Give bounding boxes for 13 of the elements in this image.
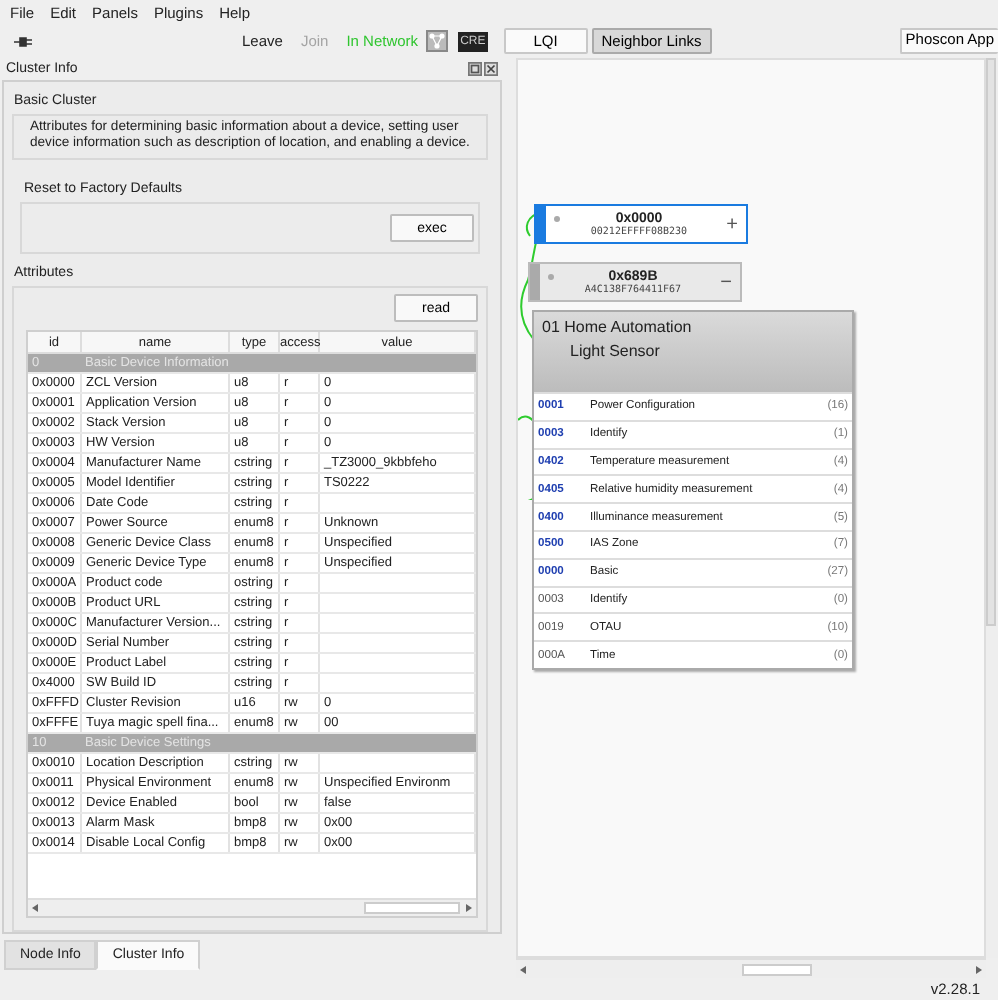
status-dot-icon — [548, 273, 554, 279]
scroll-left-icon[interactable] — [28, 900, 44, 916]
endpoint-title: 01 Home Automation — [542, 318, 694, 336]
horizontal-scrollbar[interactable] — [28, 898, 476, 916]
plug-icon[interactable] — [14, 35, 34, 47]
device-type: Light Sensor — [568, 342, 662, 360]
toggle-button[interactable]: − — [712, 271, 740, 293]
close-icon[interactable] — [484, 62, 498, 76]
scroll-right-icon[interactable] — [460, 900, 476, 916]
network-icon[interactable] — [426, 30, 449, 52]
status-dot-icon — [554, 215, 560, 221]
float-icon[interactable] — [468, 62, 482, 76]
toggle-button[interactable]: + — [718, 213, 746, 235]
